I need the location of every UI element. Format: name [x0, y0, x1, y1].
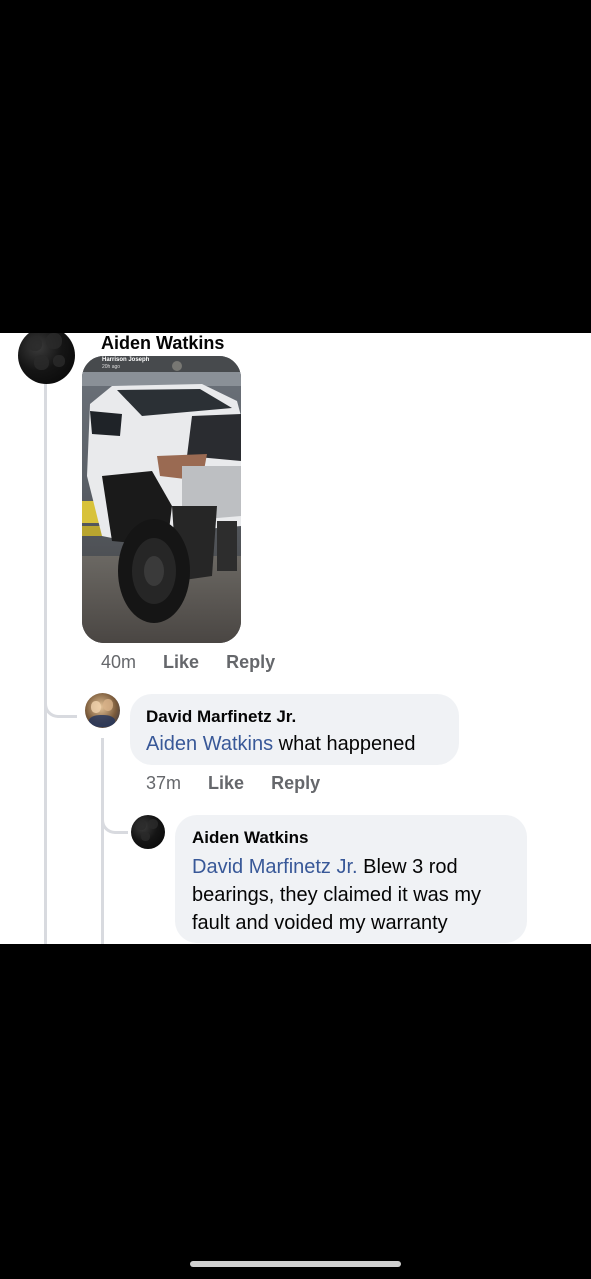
avatar-facet — [89, 715, 115, 727]
home-indicator[interactable] — [190, 1261, 401, 1267]
reply1-meta: 37m Like Reply — [146, 773, 342, 794]
reply2-text: David Marfinetz Jr. Blew 3 rod bearings,… — [192, 853, 517, 937]
photo-overlay-time: 20h ago — [102, 364, 121, 370]
comment-thread: Aiden Watkins Harrison Joseph 20h ago 40… — [0, 333, 591, 944]
reply1-mention[interactable]: Aiden Watkins — [146, 733, 273, 755]
reply2-bubble[interactable]: Aiden Watkins David Marfinetz Jr. Blew 3… — [175, 815, 527, 943]
avatar-facet — [141, 832, 150, 841]
reply1-text: Aiden Watkins what happened — [146, 733, 415, 756]
avatar-facet — [46, 333, 62, 349]
thread-line-reply — [101, 738, 104, 944]
avatar-facet — [53, 355, 65, 367]
reply1-like-button[interactable]: Like — [208, 773, 244, 793]
reply2-mention[interactable]: David Marfinetz Jr. — [192, 856, 358, 878]
truck-photo-illustration — [82, 356, 241, 643]
reply1-reply-button[interactable]: Reply — [271, 773, 320, 793]
reply1-bubble[interactable]: David Marfinetz Jr. Aiden Watkins what h… — [130, 694, 459, 765]
reply-button[interactable]: Reply — [226, 652, 275, 672]
avatar-facet — [137, 821, 146, 830]
avatar-facet — [148, 819, 158, 829]
thread-connector-reply2 — [101, 803, 128, 834]
avatar-facet — [103, 699, 113, 711]
avatar-david-marfinetz[interactable] — [85, 693, 120, 728]
reply1-timestamp: 37m — [146, 773, 182, 793]
comment-timestamp: 40m — [101, 652, 137, 672]
thread-line-main — [44, 383, 47, 944]
reply1-author[interactable]: David Marfinetz Jr. — [146, 707, 296, 727]
avatar-aiden-watkins-small[interactable] — [131, 815, 165, 849]
avatar-facet — [34, 355, 49, 370]
comment-meta: 40m Like Reply — [101, 652, 297, 673]
avatar-aiden-watkins[interactable] — [18, 333, 75, 384]
thread-connector-reply1 — [44, 671, 77, 718]
reply1-body: what happened — [273, 733, 416, 755]
like-button[interactable]: Like — [163, 652, 199, 672]
photo-overlay-name: Harrison Joseph — [102, 357, 150, 363]
reply2-author[interactable]: Aiden Watkins — [192, 828, 309, 848]
comment-author[interactable]: Aiden Watkins — [101, 333, 224, 354]
avatar-facet — [28, 337, 42, 351]
avatar-facet — [91, 701, 101, 713]
comment-photo[interactable]: Harrison Joseph 20h ago — [82, 356, 241, 643]
